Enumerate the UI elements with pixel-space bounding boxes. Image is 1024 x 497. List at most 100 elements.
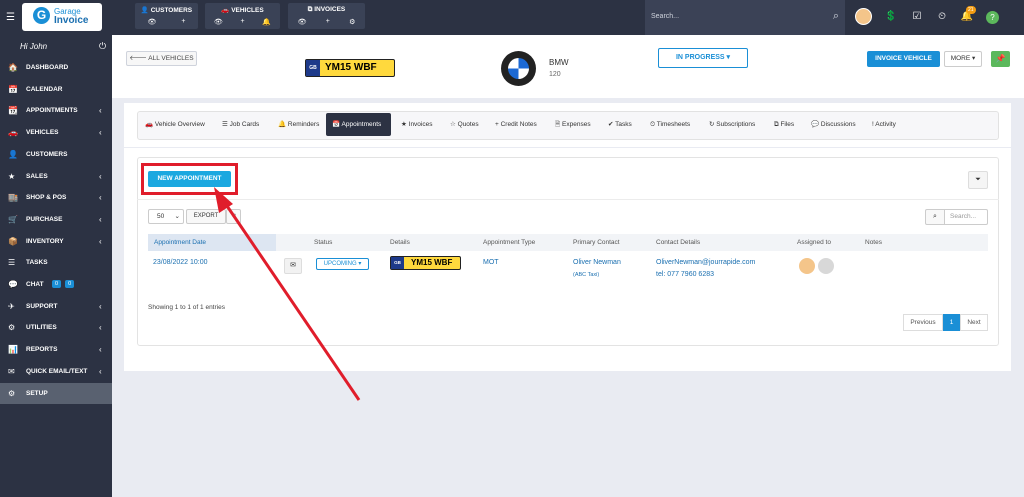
search-icon[interactable]: ⌕ — [925, 209, 945, 225]
utilities-icon: ⚙ — [8, 323, 16, 333]
money-icon[interactable]: 💲 — [883, 9, 899, 25]
add-vehicle-icon[interactable]: + — [241, 18, 245, 26]
all-vehicles-button[interactable]: 🡐 ALL VEHICLES — [126, 51, 197, 66]
logo-line-2: Invoice — [54, 15, 89, 26]
sidebar-item-vehicles[interactable]: 🚗 VEHICLES ‹ — [0, 122, 112, 143]
view-invoices-icon[interactable]: 👁 — [298, 18, 307, 26]
tab-discussions[interactable]: 💬 Discussions — [811, 113, 856, 136]
receipt-icon: 🗎 — [555, 121, 563, 128]
sidebar-item-utilities[interactable]: ⚙ UTILITIES ‹ — [0, 317, 112, 338]
tab-subscriptions[interactable]: ↻ Subscriptions — [709, 113, 755, 136]
contact-email-link[interactable]: OliverNewman@jourrapide.com — [656, 259, 755, 266]
clock-icon[interactable]: ⏲ — [934, 9, 950, 25]
tab-timesheets[interactable]: ⏲ Timesheets — [650, 113, 690, 136]
invoice-vehicle-button[interactable]: INVOICE VEHICLE — [867, 51, 940, 67]
view-customers-icon[interactable]: 👁 — [148, 18, 157, 26]
more-dropdown-button[interactable]: MORE ▾ — [944, 51, 982, 67]
table-search-input[interactable]: Search... — [945, 209, 988, 225]
garage-invoice-logo[interactable]: G Garage Invoice — [22, 3, 102, 31]
pagination-page[interactable]: 1 — [943, 314, 960, 331]
sidebar-item-support[interactable]: ✈ SUPPORT ‹ — [0, 296, 112, 317]
quick-group-title: CUSTOMERS — [150, 7, 193, 14]
tab-invoices[interactable]: ★ Invoices — [401, 113, 433, 136]
tab-reminders[interactable]: 🔔 Reminders — [278, 113, 319, 136]
help-icon[interactable]: ? — [986, 11, 999, 24]
assigned-avatar-placeholder[interactable] — [818, 258, 834, 274]
sidebar-item-customers[interactable]: 👤 CUSTOMERS — [0, 144, 112, 165]
tab-expenses[interactable]: 🗎 Expenses — [555, 113, 591, 136]
view-vehicles-icon[interactable]: 👁 — [214, 18, 223, 26]
tab-label: Credit Notes — [500, 121, 537, 128]
hamburger-menu-icon[interactable]: ☰ — [6, 12, 15, 23]
sidebar-item-chat[interactable]: 💬 CHAT 0 0 — [0, 274, 112, 295]
customers-icon: 👤 — [8, 149, 18, 159]
search-icon[interactable]: ⌕ — [833, 10, 839, 23]
sidebar-item-purchase[interactable]: 🛒 PURCHASE ‹ — [0, 209, 112, 230]
appointment-status-dropdown[interactable]: UPCOMING ▾ — [316, 258, 369, 270]
global-search-input[interactable]: Search... ⌕ — [645, 0, 845, 35]
sidebar-item-sales[interactable]: ★ SALES ‹ — [0, 166, 112, 187]
recurring-icon[interactable]: ⚙ — [349, 18, 355, 26]
check-list-icon[interactable]: ☑ — [909, 9, 925, 25]
tab-files[interactable]: ⧉ Files — [774, 113, 794, 136]
bell-icon[interactable]: 🔔 — [262, 18, 271, 26]
assigned-avatar[interactable] — [799, 258, 815, 274]
sidebar-item-setup[interactable]: ⚙ SETUP — [0, 382, 112, 404]
row-vehicle-plate[interactable]: GB YM15 WBF — [390, 256, 461, 270]
sidebar-item-label: APPOINTMENTS — [26, 107, 78, 115]
calendar-icon: 📅 — [332, 121, 342, 128]
vehicle-make: BMW — [549, 58, 569, 67]
pagination-next[interactable]: Next — [960, 314, 988, 331]
sidebar-item-appointments[interactable]: 📆 APPOINTMENTS ‹ — [0, 100, 112, 121]
appointment-date-link[interactable]: 23/08/2022 10:00 — [153, 259, 208, 266]
column-header[interactable]: Details — [390, 239, 410, 246]
sidebar-item-reports[interactable]: 📊 REPORTS ‹ — [0, 339, 112, 360]
user-avatar[interactable] — [855, 8, 872, 25]
sidebar-item-inventory[interactable]: 📦 INVENTORY ‹ — [0, 231, 112, 252]
column-header[interactable]: Notes — [865, 239, 882, 246]
all-vehicles-label: ALL VEHICLES — [148, 55, 194, 62]
contact-phone-link[interactable]: tel: 077 7960 6283 — [656, 271, 714, 278]
export-button[interactable]: EXPORT — [186, 209, 226, 224]
tab-job-cards[interactable]: ☰ Job Cards — [222, 113, 259, 136]
tab-activity[interactable]: ! Activity — [872, 113, 896, 136]
sidebar-item-label: INVENTORY — [26, 237, 64, 245]
filter-icon[interactable]: ⏷ — [968, 171, 988, 189]
tab-quotes[interactable]: ☆ Quotes — [450, 113, 479, 136]
sidebar-item-shop-pos[interactable]: 🏬 SHOP & POS ‹ — [0, 187, 112, 208]
tab-label: Invoices — [408, 121, 433, 128]
clock-icon: ⏲ — [650, 121, 657, 128]
user-icon: 👤 — [140, 7, 149, 14]
sidebar-item-quick-email-text[interactable]: ✉ QUICK EMAIL/TEXT ‹ — [0, 361, 112, 382]
refresh-icon[interactable]: ↻ — [226, 209, 241, 224]
column-header[interactable]: Status — [314, 239, 332, 246]
envelope-icon[interactable]: ✉ — [284, 258, 302, 274]
column-header[interactable]: Appointment Type — [483, 239, 535, 246]
star-icon: ★ — [8, 171, 16, 181]
column-header[interactable]: Assigned to — [797, 239, 831, 246]
caret-down-icon: ▾ — [358, 261, 362, 267]
highlight-box — [141, 163, 238, 195]
tab-vehicle-overview[interactable]: 🚗 Vehicle Overview — [145, 113, 205, 136]
pin-icon[interactable]: 📌 — [991, 51, 1010, 67]
page-length-select[interactable]: 50 ⌄ — [148, 209, 184, 224]
send-icon: ✈ — [8, 301, 15, 311]
sidebar-item-dashboard[interactable]: 🏠 DASHBOARD — [0, 57, 112, 78]
tab-credit-notes[interactable]: + Credit Notes — [495, 113, 537, 136]
sidebar-item-tasks[interactable]: ☰ TASKS — [0, 252, 112, 273]
entries-info: Showing 1 to 1 of 1 entries — [148, 304, 225, 311]
logout-power-icon[interactable]: ⏻ — [99, 41, 106, 52]
column-header[interactable]: Contact Details — [656, 239, 700, 246]
tab-appointments[interactable]: 📅 Appointments — [326, 113, 391, 136]
chat-icon: 💬 — [8, 280, 18, 289]
job-status-dropdown[interactable]: IN PROGRESS ▾ — [658, 48, 748, 68]
pagination-previous[interactable]: Previous — [903, 314, 943, 331]
chat-icon: 💬 — [811, 121, 821, 128]
add-customer-icon[interactable]: + — [181, 18, 185, 26]
column-header[interactable]: Primary Contact — [573, 239, 620, 246]
sidebar-item-calendar[interactable]: 📅 CALENDAR — [0, 79, 112, 100]
column-header[interactable]: Appointment Date — [154, 239, 206, 246]
add-invoice-icon[interactable]: + — [326, 18, 330, 26]
tab-tasks[interactable]: ✔ Tasks — [608, 113, 632, 136]
primary-contact-link[interactable]: Oliver Newman — [573, 259, 621, 266]
